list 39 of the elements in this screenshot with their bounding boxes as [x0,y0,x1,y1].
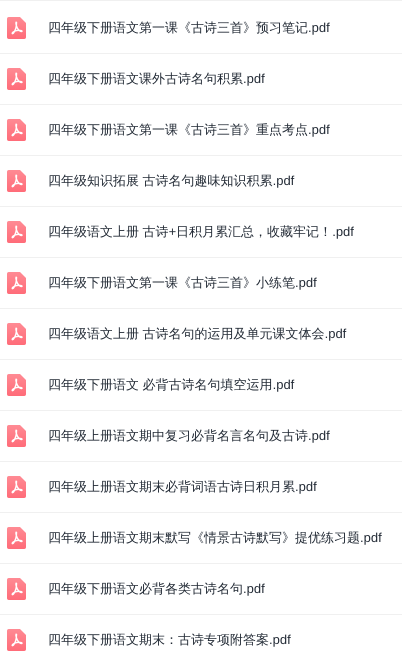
file-row[interactable]: 四年级下册语文课外古诗名句积累.pdf [0,54,402,105]
pdf-file-icon [7,68,26,90]
file-name: 四年级下册语文期末：古诗专项附答案.pdf [48,631,291,650]
file-row[interactable]: 四年级下册语文第一课《古诗三首》小练笔.pdf [0,258,402,309]
file-row[interactable]: 四年级下册语文第一课《古诗三首》重点考点.pdf [0,105,402,156]
pdf-file-icon [7,578,26,600]
file-name: 四年级下册语文必背各类古诗名句.pdf [48,580,265,598]
pdf-file-icon [7,425,26,447]
file-name: 四年级知识拓展 古诗名句趣味知识积累.pdf [48,172,294,190]
file-row[interactable]: 四年级下册语文必背各类古诗名句.pdf [0,564,402,615]
file-name: 四年级下册语文第一课《古诗三首》重点考点.pdf [48,121,330,140]
file-name: 四年级上册语文期末必背词语古诗日积月累.pdf [48,478,317,496]
file-name: 四年级下册语文第一课《古诗三首》预习笔记.pdf [48,19,330,38]
file-row[interactable]: 四年级语文上册 古诗名句的运用及单元课文体会.pdf [0,309,402,360]
file-name: 四年级语文上册 古诗名句的运用及单元课文体会.pdf [48,325,346,344]
file-row[interactable]: 四年级知识拓展 古诗名句趣味知识积累.pdf [0,156,402,207]
pdf-file-icon [7,119,26,141]
file-name: 四年级下册语文 必背古诗名句填空运用.pdf [48,376,294,394]
pdf-file-icon [7,272,26,294]
file-row[interactable]: 四年级上册语文期中复习必背名言名句及古诗.pdf [0,411,402,462]
pdf-file-icon [7,170,26,192]
file-row[interactable]: 四年级上册语文期末默写《情景古诗默写》提优练习题.pdf [0,513,402,564]
file-row[interactable]: 四年级语文上册 古诗+日积月累汇总，收藏牢记！.pdf [0,207,402,258]
file-name: 四年级下册语文第一课《古诗三首》小练笔.pdf [48,274,317,292]
file-name: 四年级下册语文课外古诗名句积累.pdf [48,70,265,88]
pdf-file-icon [7,221,26,243]
file-name: 四年级语文上册 古诗+日积月累汇总，收藏牢记！.pdf [48,223,354,242]
file-name: 四年级上册语文期末默写《情景古诗默写》提优练习题.pdf [48,529,382,548]
pdf-file-icon [7,527,26,549]
pdf-file-icon [7,476,26,498]
file-row[interactable]: 四年级下册语文 必背古诗名句填空运用.pdf [0,360,402,411]
file-row[interactable]: 四年级上册语文期末必背词语古诗日积月累.pdf [0,462,402,513]
pdf-file-icon [7,323,26,345]
file-row[interactable]: 四年级下册语文第一课《古诗三首》预习笔记.pdf [0,3,402,54]
file-name: 四年级上册语文期中复习必背名言名句及古诗.pdf [48,427,330,446]
pdf-file-icon [7,374,26,396]
pdf-file-icon [7,17,26,39]
file-row[interactable]: 四年级下册语文期末：古诗专项附答案.pdf [0,615,402,657]
pdf-file-icon [7,629,26,651]
